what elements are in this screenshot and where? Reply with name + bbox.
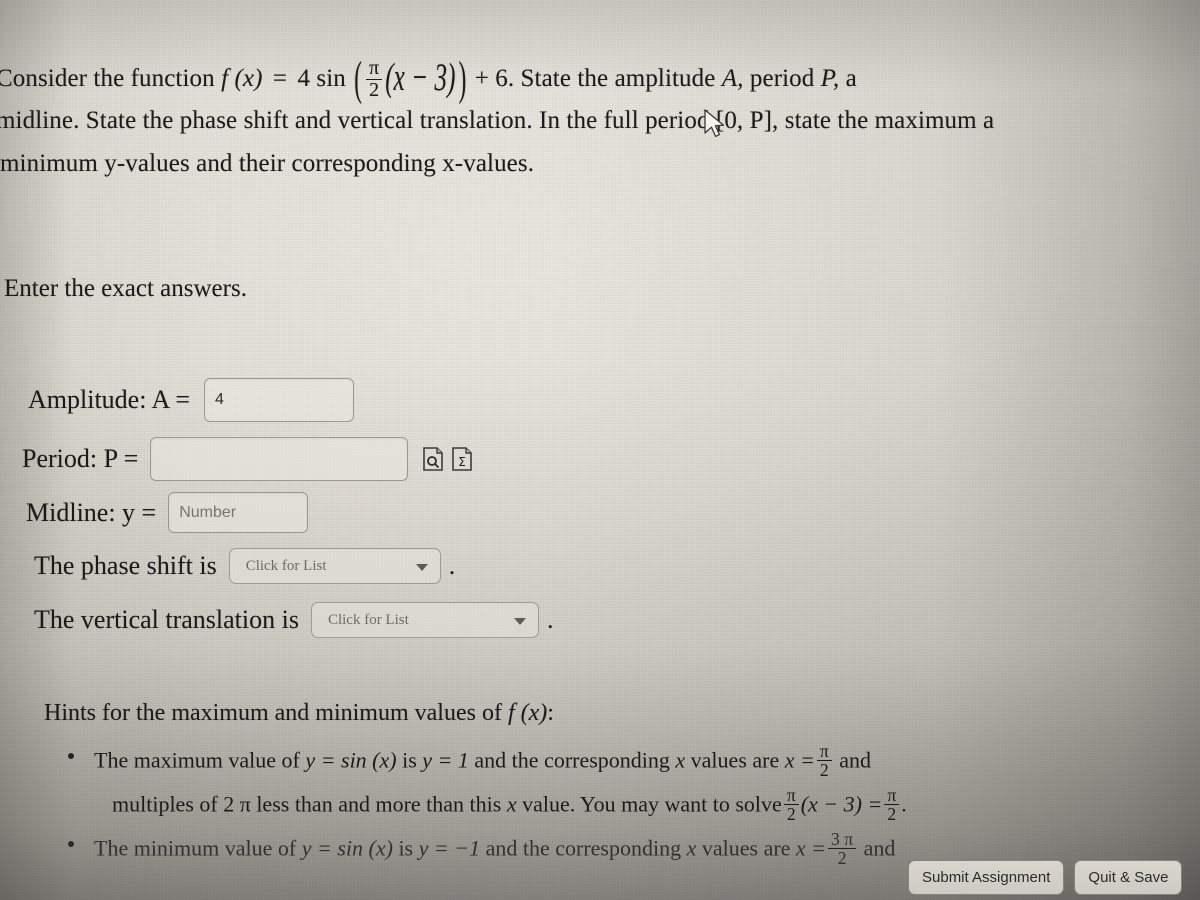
quit-and-save-button[interactable]: Quit & Save	[1074, 860, 1183, 895]
midline-input-placeholder: Number	[179, 503, 237, 521]
variable-A: A,	[721, 65, 744, 92]
hint-max-x: x	[675, 747, 686, 773]
problem-statement-line-2: midline. State the phase shift and verti…	[0, 107, 995, 134]
period-input[interactable]	[150, 437, 409, 481]
period-field-tools: Σ	[422, 447, 473, 471]
document-magnifier-icon[interactable]	[422, 447, 444, 471]
inner-expression: (x − 3)	[385, 57, 456, 100]
hint-max-x-equals: x =	[784, 747, 815, 773]
assignment-action-bar: Submit Assignment Quit & Save	[908, 860, 1183, 895]
function-notation: f (x)	[221, 65, 263, 92]
document-sigma-icon[interactable]: Σ	[451, 447, 473, 471]
hint-min-is: is	[398, 835, 414, 861]
hint-max-and: and	[839, 747, 872, 773]
chevron-down-icon	[415, 564, 428, 571]
hint-solve-expression: (x − 3) =	[800, 791, 883, 817]
amplitude-input-value: 4	[215, 391, 224, 408]
phase-shift-row: The phase shift is Click for List .	[34, 548, 455, 584]
vertical-translation-sentence-period: .	[546, 605, 554, 634]
hint-max-continuation: multiples of 2 π less than and more than…	[112, 786, 1200, 823]
vertical-translation-row: The vertical translation is Click for Li…	[34, 602, 553, 638]
vertical-translation-dropdown[interactable]: Click for List	[310, 602, 539, 638]
hint-max-pi-over-two: π2	[816, 742, 832, 779]
hint-min-part-a: The minimum value of	[94, 835, 297, 861]
hint-max-line2-b: value. You may want to solve	[522, 791, 782, 817]
hint-min-and: and	[863, 835, 896, 861]
period-row: Period: P = Σ	[22, 437, 473, 481]
variable-P: P,	[820, 65, 840, 92]
period-label: Period: P =	[22, 444, 139, 473]
coefficient-sine: 4 sin	[297, 65, 346, 92]
submit-assignment-button[interactable]: Submit Assignment	[908, 860, 1065, 895]
problem-statement-line-1: Consider the function f (x) = 4 sin (π 2(…	[0, 53, 1200, 104]
hints-heading-colon: :	[547, 700, 554, 726]
midline-row: Midline: y = Number	[26, 492, 309, 533]
hint-max-part-d: values are	[690, 747, 780, 773]
hints-heading: Hints for the maximum and minimum values…	[44, 700, 554, 727]
problem-statement-line-3: minimum y-values and their corresponding…	[0, 150, 535, 177]
hint-min-sine: y = sin (x)	[301, 835, 393, 861]
midline-input[interactable]: Number	[168, 492, 309, 533]
phase-shift-label: The phase shift is	[34, 551, 217, 580]
hint-max-value: y = 1	[422, 747, 469, 773]
enter-exact-answers-note: Enter the exact answers.	[4, 275, 247, 302]
assignment-page: Consider the function f (x) = 4 sin (π 2(…	[0, 0, 1200, 900]
hint-min-part-d: values are	[701, 835, 791, 861]
hint-bullet-max: The maximum value of y = sin (x) is y = …	[68, 742, 1200, 779]
phase-shift-selected-value: Click for List	[245, 557, 327, 574]
phase-shift-sentence-period: .	[448, 551, 456, 580]
pi-over-two-fraction: π2	[366, 58, 383, 100]
hint-solve-period: .	[901, 791, 907, 817]
vertical-shift-term: + 6.	[474, 65, 515, 92]
hint-min-part-c: and the corresponding	[485, 835, 682, 861]
hints-heading-function: f (x)	[507, 700, 548, 726]
hint-min-value: y = −1	[418, 835, 481, 861]
phase-shift-dropdown[interactable]: Click for List	[228, 548, 441, 584]
amplitude-row: Amplitude: A = 4	[28, 378, 355, 422]
word-period: period	[749, 65, 815, 92]
hint-min-x-equals: x =	[795, 835, 827, 861]
hint-min-three-pi-over-two: 3 π2	[828, 830, 857, 867]
amplitude-label: Amplitude: A =	[28, 385, 191, 414]
hint-max-is: is	[402, 747, 417, 773]
hints-heading-text: Hints for the maximum and minimum values…	[44, 700, 502, 726]
hint-max-part-a: The maximum value of	[94, 747, 300, 773]
chevron-down-icon	[513, 618, 526, 625]
hint-solve-rhs-fraction: π2	[884, 786, 900, 823]
svg-text:Σ: Σ	[458, 455, 466, 469]
amplitude-input[interactable]: 4	[204, 378, 355, 422]
hint-solve-pi-over-two: π2	[783, 786, 799, 823]
equals-sign: =	[272, 65, 288, 92]
line1-tail: a	[845, 65, 857, 92]
hint-max-sine: y = sin (x)	[305, 747, 397, 773]
hint-max-line2-a: multiples of 2 π less than and more than…	[112, 791, 502, 817]
problem-text-intro: Consider the function	[0, 65, 215, 92]
hint-max-text: The maximum value of y = sin (x) is y = …	[68, 742, 1200, 779]
hint-max-part-c: and the corresponding	[474, 747, 670, 773]
midline-label: Midline: y =	[26, 497, 157, 527]
vertical-translation-selected-value: Click for List	[327, 611, 409, 628]
hint-max-line2-x: x	[506, 791, 517, 817]
problem-text-state: State the amplitude	[520, 65, 716, 92]
vertical-translation-label: The vertical translation is	[34, 605, 299, 634]
hint-min-x: x	[686, 835, 697, 861]
